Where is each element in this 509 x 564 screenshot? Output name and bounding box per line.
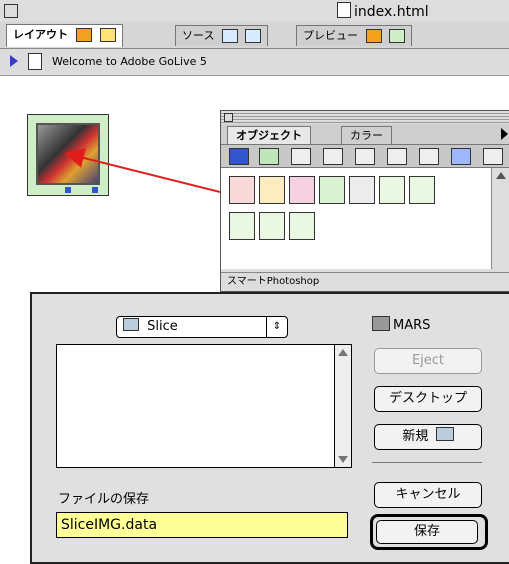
tab-objects[interactable]: オブジェクト: [227, 126, 311, 144]
question-icon[interactable]: [229, 212, 255, 240]
folder-icon: [123, 318, 139, 331]
volume-label: MARS: [372, 316, 430, 333]
document-icon: [337, 2, 351, 18]
frames-icon[interactable]: [355, 148, 375, 165]
palette-icon-grid: [221, 168, 491, 269]
frame-preview-icon: [389, 29, 405, 43]
palette-scrollbar[interactable]: [491, 168, 509, 269]
action-icon[interactable]: [289, 212, 315, 240]
list-icon: [245, 29, 262, 43]
title-bar[interactable]: index.html: [0, 0, 509, 23]
tab-preview[interactable]: プレビュー: [296, 25, 412, 46]
palette-menu-icon[interactable]: [501, 128, 508, 140]
smart-generic-icon[interactable]: [319, 176, 345, 204]
frame-icon: [99, 28, 116, 42]
volume-icon: [372, 316, 390, 331]
page-icon: [28, 53, 42, 70]
forms-icon[interactable]: [291, 148, 311, 165]
tab-color[interactable]: カラー: [341, 126, 392, 144]
tab-source[interactable]: ソース: [175, 25, 269, 46]
scroll-up-arrow[interactable]: [496, 172, 506, 179]
new-folder-button[interactable]: 新規: [374, 424, 482, 450]
filename-field[interactable]: SliceIMG.data: [56, 512, 348, 538]
mode-tabs: レイアウト ソース プレビュー: [0, 22, 509, 49]
smart-illustrator-icon[interactable]: [259, 176, 285, 204]
smart-livemotion-icon[interactable]: [289, 176, 315, 204]
disclosure-triangle-icon[interactable]: [10, 55, 18, 67]
save-button[interactable]: 保存: [376, 520, 478, 544]
component-icon[interactable]: [409, 176, 435, 204]
number-icon[interactable]: [379, 176, 405, 204]
tab-layout[interactable]: レイアウト: [6, 24, 123, 47]
close-box[interactable]: [4, 4, 18, 18]
popup-arrows-icon: ⇕: [266, 317, 287, 337]
page-header-bar: Welcome to Adobe GoLive 5: [0, 49, 509, 76]
page-title: Welcome to Adobe GoLive 5: [52, 55, 207, 68]
scroll-down-arrow[interactable]: [338, 456, 348, 463]
question-icon[interactable]: [259, 212, 285, 240]
site-icon[interactable]: [387, 148, 407, 165]
window-title: index.html: [333, 2, 433, 20]
close-box[interactable]: [224, 113, 233, 122]
palette-category-tabs: [221, 145, 509, 168]
folder-popup[interactable]: Slice ⇕: [116, 316, 288, 338]
objects-palette: オブジェクト カラー スマートPhotoshop: [220, 110, 509, 292]
basic-objects-icon[interactable]: [229, 148, 249, 165]
smart-photoshop-icon[interactable]: [229, 176, 255, 204]
cancel-button[interactable]: キャンセル: [374, 482, 482, 508]
dialog-divider: [372, 462, 482, 463]
smart-objects-icon[interactable]: [259, 148, 279, 165]
new-folder-icon: [435, 427, 454, 441]
eject-button[interactable]: Eject: [374, 348, 482, 374]
preview-icon: [365, 29, 382, 43]
more-icon[interactable]: [483, 148, 503, 165]
palette-title-bar[interactable]: [221, 111, 509, 123]
file-list-scrollbar[interactable]: [334, 345, 351, 467]
palette-status-bar: スマートPhotoshop: [221, 272, 509, 291]
save-dialog: Slice ⇕ MARS Eject デスクトップ 新規 キャンセル ファイルの…: [30, 292, 509, 564]
layout-icon: [75, 28, 92, 42]
hand-icon[interactable]: [349, 176, 375, 204]
file-list[interactable]: [56, 344, 352, 468]
desktop-button[interactable]: デスクトップ: [374, 386, 482, 412]
save-as-label: ファイルの保存: [58, 492, 150, 507]
text-icon: [221, 29, 238, 43]
palette-tabs: オブジェクト カラー: [221, 124, 509, 145]
site-extras-icon[interactable]: [419, 148, 439, 165]
scroll-up-arrow[interactable]: [338, 349, 348, 356]
head-icon[interactable]: [323, 148, 343, 165]
quicktime-icon[interactable]: [451, 148, 471, 165]
